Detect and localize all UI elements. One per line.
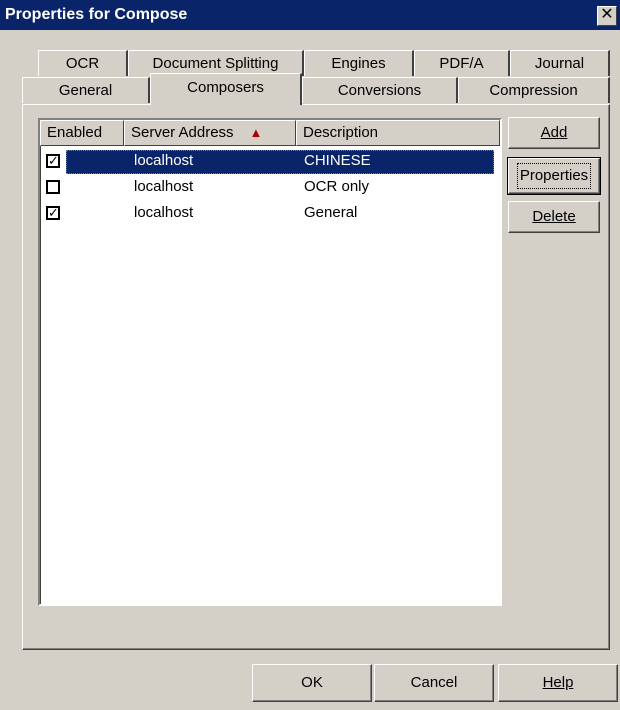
title-bar: Properties for Compose ✕: [0, 0, 620, 30]
tab-label: Engines: [331, 55, 386, 72]
server-address-cell: localhost: [134, 152, 194, 169]
cancel-button[interactable]: Cancel: [374, 664, 494, 702]
column-header-description[interactable]: Description: [296, 120, 500, 146]
delete-button[interactable]: Delete: [508, 201, 600, 233]
tab-label: OCR: [65, 55, 100, 72]
enabled-checkbox[interactable]: ✓: [46, 154, 60, 168]
tab-label: PDF/A: [439, 55, 484, 72]
add-button[interactable]: Add: [508, 117, 600, 149]
window-title: Properties for Compose: [5, 6, 188, 23]
tab-journal[interactable]: Journal: [510, 50, 610, 76]
column-header-server-address[interactable]: Server Address ▲: [124, 120, 296, 146]
column-label: Description: [303, 124, 379, 141]
properties-button[interactable]: Properties: [507, 157, 601, 195]
delete-button-label: Delete: [532, 208, 576, 225]
tab-ocr[interactable]: OCR: [38, 50, 128, 76]
description-cell: OCR only: [304, 178, 370, 195]
close-icon[interactable]: ✕: [597, 6, 617, 26]
properties-button-label: Properties: [516, 163, 592, 189]
list-header: Enabled Server Address ▲ Description: [40, 120, 500, 146]
column-label: Enabled: [47, 124, 103, 141]
help-button[interactable]: Help: [498, 664, 618, 702]
sort-ascending-icon: ▲: [249, 125, 263, 140]
composers-list[interactable]: Enabled Server Address ▲ Description ✓ lo…: [38, 118, 502, 606]
help-button-label: Help: [542, 674, 574, 691]
tab-label: Document Splitting: [152, 55, 279, 72]
add-button-label: Add: [540, 124, 568, 141]
ok-button-label: OK: [301, 674, 323, 691]
tab-label: General: [58, 82, 113, 99]
table-row[interactable]: localhost OCR only: [40, 174, 500, 200]
tab-compression[interactable]: Compression: [458, 77, 610, 103]
column-header-enabled[interactable]: Enabled: [40, 120, 124, 146]
column-label: Server Address: [131, 124, 234, 141]
table-row[interactable]: ✓ localhost CHINESE: [40, 148, 500, 174]
selection-highlight: [66, 150, 494, 174]
server-address-cell: localhost: [134, 204, 194, 221]
ok-button[interactable]: OK: [252, 664, 372, 702]
table-row[interactable]: ✓ localhost General: [40, 200, 500, 226]
tab-label: Composers: [187, 79, 264, 96]
server-address-cell: localhost: [134, 178, 194, 195]
tab-label: Compression: [489, 82, 578, 99]
tab-engines[interactable]: Engines: [304, 50, 414, 76]
cancel-button-label: Cancel: [410, 674, 458, 691]
tab-label: Journal: [534, 55, 585, 72]
tab-label: Conversions: [337, 82, 422, 99]
tab-composers[interactable]: Composers: [150, 73, 302, 105]
enabled-checkbox[interactable]: ✓: [46, 206, 60, 220]
enabled-checkbox[interactable]: [46, 180, 60, 194]
tab-conversions[interactable]: Conversions: [302, 77, 458, 103]
description-cell: General: [304, 204, 358, 221]
tab-general[interactable]: General: [22, 77, 150, 103]
description-cell: CHINESE: [304, 152, 371, 169]
tab-pdfa[interactable]: PDF/A: [414, 50, 510, 76]
